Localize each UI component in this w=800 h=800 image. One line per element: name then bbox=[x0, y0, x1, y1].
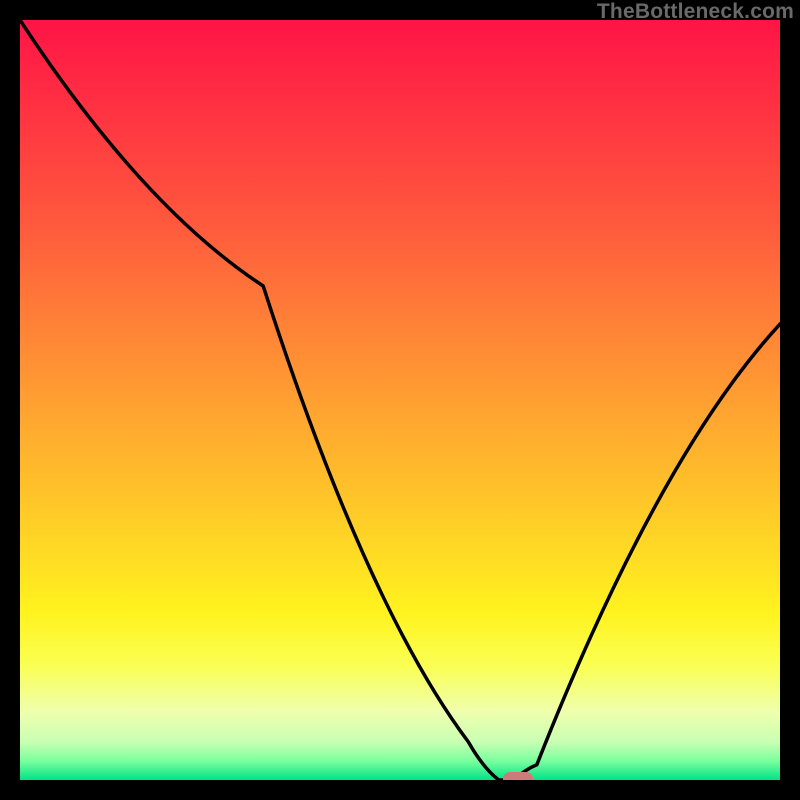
bottleneck-curve bbox=[20, 20, 780, 780]
optimal-marker bbox=[503, 772, 533, 780]
chart-frame: TheBottleneck.com bbox=[0, 0, 800, 800]
watermark-text: TheBottleneck.com bbox=[597, 0, 794, 24]
plot-area bbox=[20, 20, 780, 780]
